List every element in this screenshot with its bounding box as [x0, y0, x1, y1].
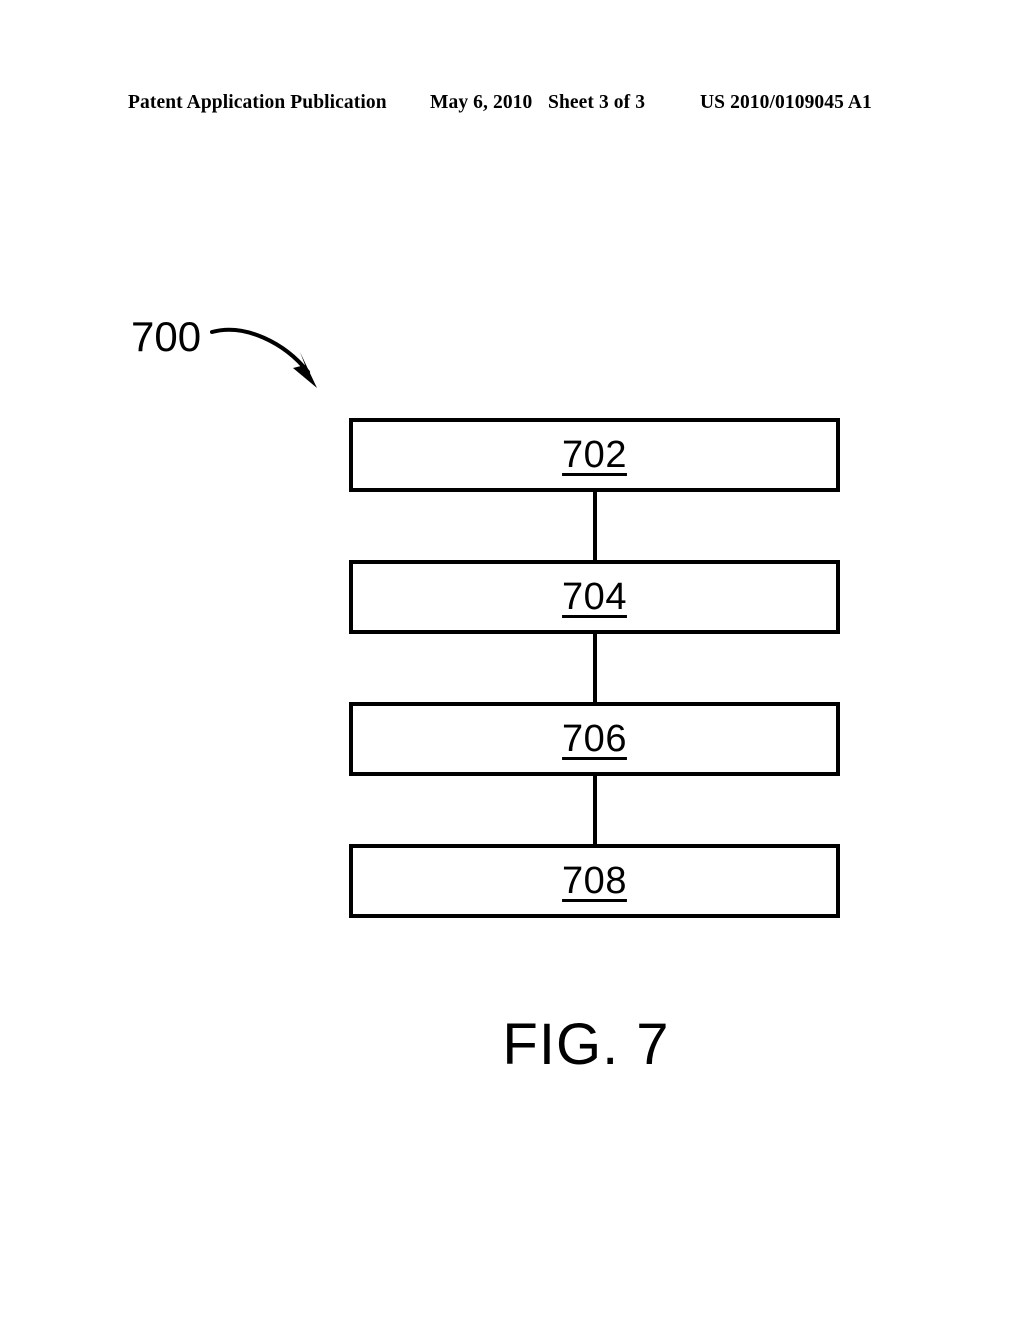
connector-706-708: [592, 776, 597, 844]
figure-caption-text: FIG. 7: [502, 1012, 670, 1077]
connector-704-706: [592, 634, 597, 702]
header-sheet-number: Sheet 3 of 3: [548, 92, 646, 113]
header-publication-date: May 6, 2010: [430, 92, 533, 113]
header-publication-title: Patent Application Publication: [128, 92, 387, 113]
flow-step-label: 708: [562, 860, 627, 902]
flow-step-706[interactable]: 706: [349, 702, 840, 776]
flow-step-label: 704: [562, 576, 627, 618]
figure-reference-numeral: 700: [131, 313, 202, 360]
flow-step-label: 706: [562, 718, 627, 760]
curved-arrow-icon: [200, 310, 340, 405]
flow-step-label: 702: [562, 434, 627, 476]
header-publication-number: US 2010/0109045 A1: [700, 92, 872, 113]
flow-step-708[interactable]: 708: [349, 844, 840, 918]
connector-702-704: [592, 492, 597, 560]
page-header: Patent Application Publication May 6, 20…: [0, 88, 1024, 118]
flow-step-702[interactable]: 702: [349, 418, 840, 492]
figure-caption: FIG. 7: [0, 1010, 1024, 1080]
flow-step-704[interactable]: 704: [349, 560, 840, 634]
flowchart-700: 702 704 706 708: [349, 418, 840, 918]
